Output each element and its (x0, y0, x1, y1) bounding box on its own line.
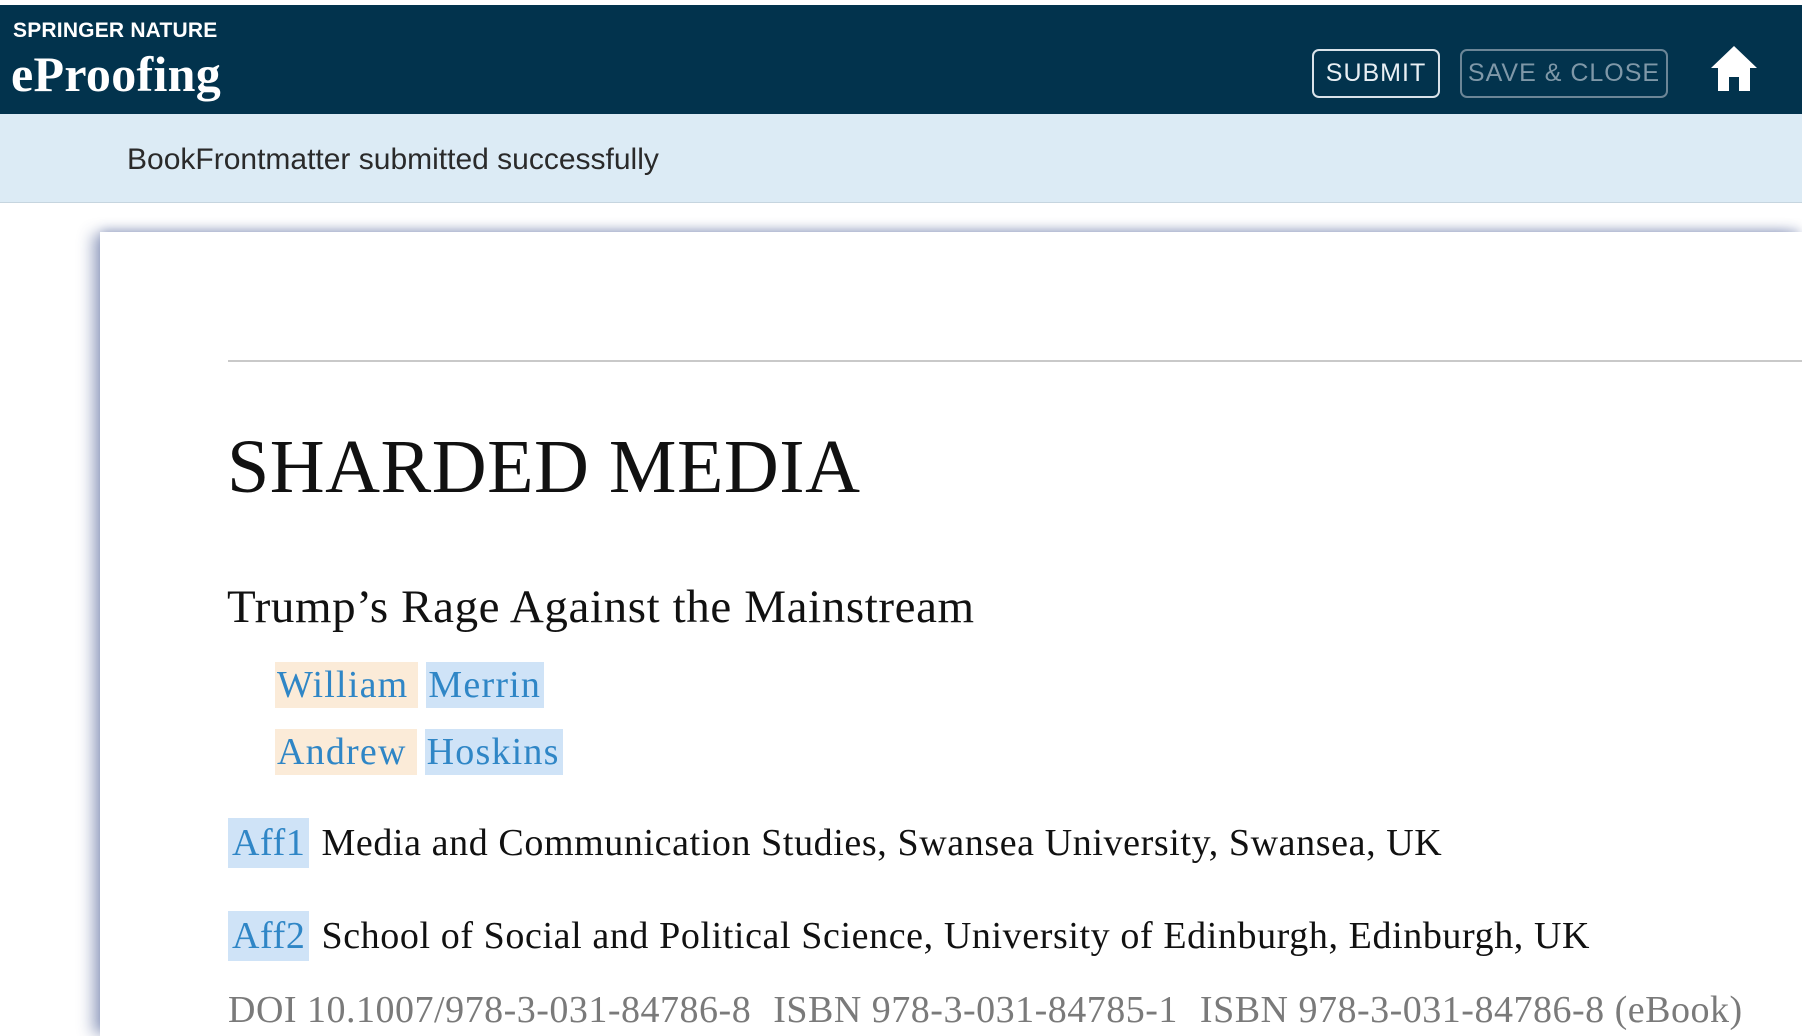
app-header: SPRINGER NATURE eProofing SUBMIT SAVE & … (0, 0, 1802, 114)
affiliation-tag[interactable]: Aff2 (228, 911, 310, 961)
publisher-logo-text: SPRINGER NATURE (13, 19, 218, 42)
isbn-print-text: ISBN 978-3-031-84785-1 (773, 989, 1178, 1031)
submit-button[interactable]: SUBMIT (1312, 49, 1440, 98)
author-given-name[interactable]: William (275, 662, 419, 708)
success-message: BookFrontmatter submitted successfully (127, 143, 659, 176)
author-entry: William Merrin (275, 662, 545, 708)
book-title[interactable]: SHARDED MEDIA (227, 424, 861, 511)
book-subtitle[interactable]: Trump’s Rage Against the Mainstream (227, 580, 975, 634)
affiliation-entry: Aff1 Media and Communication Studies, Sw… (228, 818, 1442, 868)
affiliation-tag[interactable]: Aff1 (228, 818, 310, 868)
affiliation-text[interactable]: Media and Communication Studies, Swansea… (321, 821, 1442, 865)
author-given-name[interactable]: Andrew (275, 729, 417, 775)
author-family-name[interactable]: Hoskins (424, 729, 563, 775)
affiliation-entry: Aff2 School of Social and Political Scie… (228, 911, 1590, 961)
save-close-button[interactable]: SAVE & CLOSE (1460, 49, 1668, 98)
author-family-name[interactable]: Merrin (426, 662, 545, 708)
app-title: eProofing (11, 46, 222, 102)
home-icon[interactable] (1708, 43, 1760, 95)
doi-text: DOI 10.1007/978-3-031-84786-8 (228, 989, 752, 1031)
author-entry: Andrew Hoskins (275, 729, 563, 775)
isbn-ebook-text: ISBN 978-3-031-84786-8 (eBook) (1199, 989, 1743, 1031)
divider (228, 360, 1802, 362)
affiliation-text[interactable]: School of Social and Political Science, … (321, 914, 1590, 958)
success-notice: BookFrontmatter submitted successfully (0, 114, 1802, 203)
identifiers-line: DOI 10.1007/978-3-031-84786-8 ISBN 978-3… (228, 988, 1743, 1032)
proof-page: SHARDED MEDIA Trump’s Rage Against the M… (100, 232, 1802, 1036)
